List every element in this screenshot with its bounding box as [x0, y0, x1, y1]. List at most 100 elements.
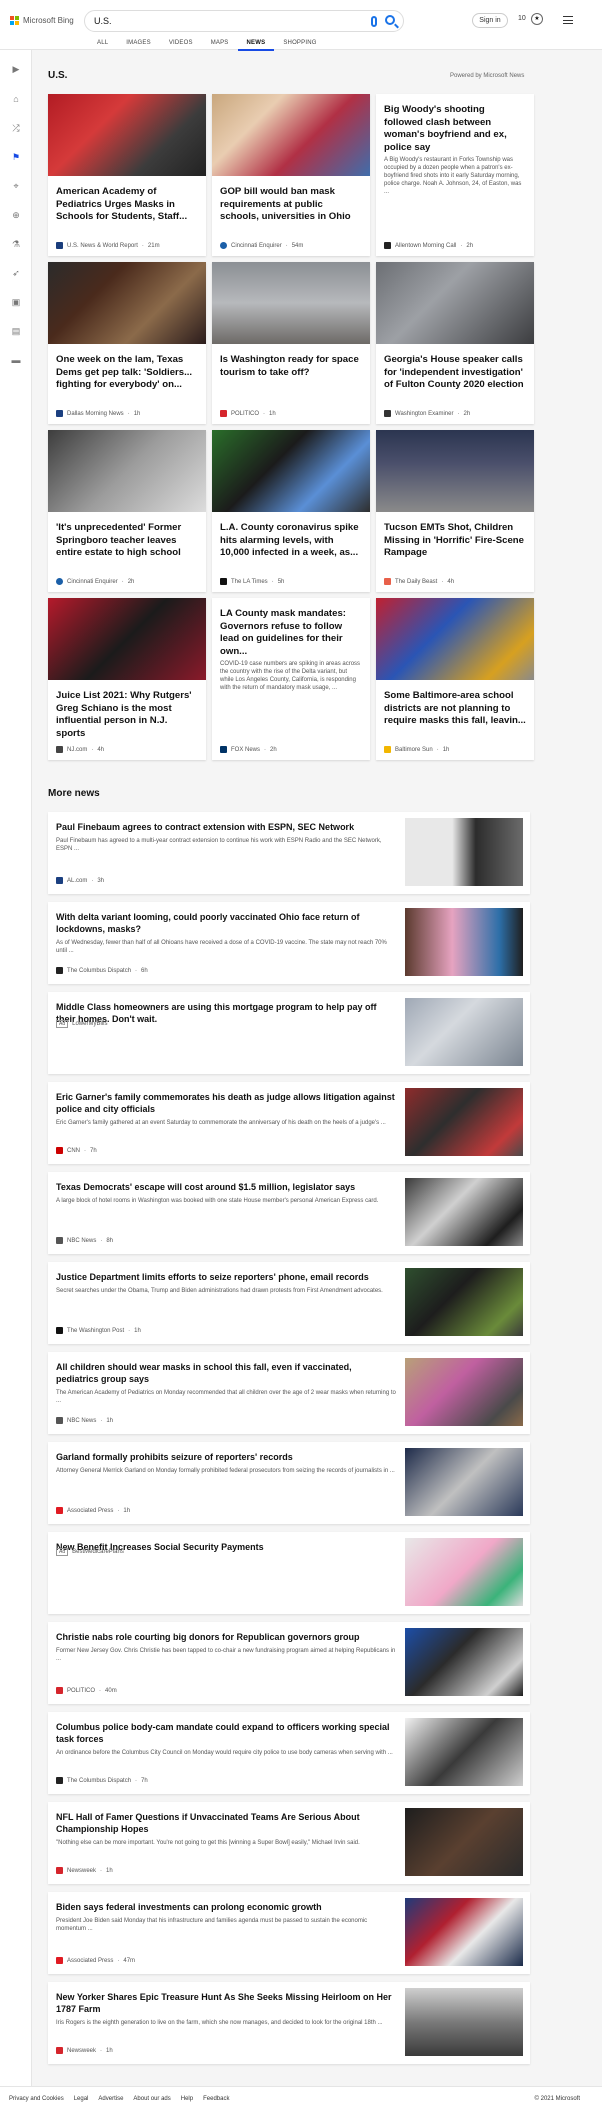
footer-link-legal[interactable]: Legal [74, 2096, 89, 2102]
news-row[interactable]: All children should wear masks in school… [48, 1352, 530, 1434]
news-row[interactable]: NFL Hall of Famer Questions if Unvaccina… [48, 1802, 530, 1884]
row-title[interactable]: Christie nabs role courting big donors f… [56, 1631, 396, 1643]
news-card[interactable]: Georgia's House speaker calls for 'indep… [376, 262, 534, 424]
row-thumbnail[interactable] [405, 1808, 523, 1876]
row-thumbnail[interactable] [405, 1178, 523, 1246]
row-thumbnail[interactable] [405, 1358, 523, 1426]
tab-images[interactable]: IMAGES [117, 40, 160, 51]
card-title[interactable]: Tucson EMTs Shot, Children Missing in 'H… [384, 522, 526, 560]
flag-icon[interactable]: ⚑ [11, 152, 21, 162]
news-card[interactable]: One week on the lam, Texas Dems get pep … [48, 262, 206, 424]
rocket-icon[interactable]: ➶ [11, 268, 21, 278]
row-source: NBC News · 1h [56, 1417, 113, 1424]
row-title[interactable]: With delta variant looming, could poorly… [56, 911, 396, 935]
news-card[interactable]: Some Baltimore-area school districts are… [376, 598, 534, 760]
ad-row[interactable]: Middle Class homeowners are using this m… [48, 992, 530, 1074]
news-row[interactable]: Eric Garner's family commemorates his de… [48, 1082, 530, 1164]
row-title[interactable]: Biden says federal investments can prolo… [56, 1901, 396, 1913]
row-title[interactable]: Columbus police body-cam mandate could e… [56, 1721, 396, 1745]
card-title[interactable]: One week on the lam, Texas Dems get pep … [56, 354, 198, 392]
science-icon[interactable]: ⚗ [11, 239, 21, 249]
card-title[interactable]: Juice List 2021: Why Rutgers' Greg Schia… [56, 690, 198, 740]
row-thumbnail[interactable] [405, 1628, 523, 1696]
row-title[interactable]: Texas Democrats' escape will cost around… [56, 1181, 396, 1193]
news-card[interactable]: 'It's unprecedented' Former Springboro t… [48, 430, 206, 592]
footer-link-advertise[interactable]: Advertise [98, 2096, 123, 2102]
tab-maps[interactable]: MAPS [202, 40, 238, 51]
location-pin-icon[interactable]: ⌖ [11, 181, 21, 191]
news-row[interactable]: Garland formally prohibits seizure of re… [48, 1442, 530, 1524]
row-thumbnail[interactable] [405, 818, 523, 886]
sign-in-button[interactable]: Sign in [472, 13, 508, 28]
news-row[interactable]: Justice Department limits efforts to sei… [48, 1262, 530, 1344]
footer-link-about-ads[interactable]: About our ads [133, 2096, 170, 2102]
rewards-count[interactable]: 10 [518, 15, 526, 22]
news-row[interactable]: Texas Democrats' escape will cost around… [48, 1172, 530, 1254]
card-title[interactable]: Some Baltimore-area school districts are… [384, 690, 526, 728]
card-title[interactable]: LA County mask mandates: Governors refus… [220, 608, 362, 658]
ad-row[interactable]: New Benefit Increases Social Security Pa… [48, 1532, 530, 1614]
expand-chevron-icon[interactable]: ▶ [11, 64, 21, 74]
news-card[interactable]: American Academy of Pediatrics Urges Mas… [48, 94, 206, 256]
row-thumbnail[interactable] [405, 1448, 523, 1516]
row-thumbnail[interactable] [405, 1718, 523, 1786]
row-thumbnail[interactable] [405, 1898, 523, 1966]
row-title[interactable]: Garland formally prohibits seizure of re… [56, 1451, 396, 1463]
news-card[interactable]: LA County mask mandates: Governors refus… [212, 598, 370, 760]
bing-logo[interactable]: Microsoft Bing [10, 16, 74, 25]
tab-shopping[interactable]: SHOPPING [274, 40, 325, 51]
menu-icon[interactable] [563, 16, 573, 24]
row-title[interactable]: Paul Finebaum agrees to contract extensi… [56, 821, 396, 833]
news-card[interactable]: Juice List 2021: Why Rutgers' Greg Schia… [48, 598, 206, 760]
tab-all[interactable]: ALL [88, 40, 117, 51]
row-title[interactable]: All children should wear masks in school… [56, 1361, 396, 1385]
news-row[interactable]: Columbus police body-cam mandate could e… [48, 1712, 530, 1794]
news-card[interactable]: Big Woody's shooting followed clash betw… [376, 94, 534, 256]
briefcase-icon[interactable]: ▤ [11, 326, 21, 336]
row-title[interactable]: New Yorker Shares Epic Treasure Hunt As … [56, 1991, 396, 2015]
card-title[interactable]: L.A. County coronavirus spike hits alarm… [220, 522, 362, 560]
news-card[interactable]: Tucson EMTs Shot, Children Missing in 'H… [376, 430, 534, 592]
card-title[interactable]: American Academy of Pediatrics Urges Mas… [56, 186, 198, 224]
news-row[interactable]: Paul Finebaum agrees to contract extensi… [48, 812, 530, 894]
news-row[interactable]: Biden says federal investments can prolo… [48, 1892, 530, 1974]
news-row[interactable]: With delta variant looming, could poorly… [48, 902, 530, 984]
row-thumbnail[interactable] [405, 998, 523, 1066]
row-title[interactable]: Justice Department limits efforts to sei… [56, 1271, 396, 1283]
search-box[interactable]: U.S. [84, 10, 404, 32]
row-title[interactable]: NFL Hall of Famer Questions if Unvaccina… [56, 1811, 396, 1835]
search-input[interactable]: U.S. [94, 16, 112, 26]
search-icon[interactable] [385, 15, 395, 25]
tab-news[interactable]: NEWS [237, 40, 275, 51]
news-card[interactable]: GOP bill would ban mask requirements at … [212, 94, 370, 256]
footer-link-feedback[interactable]: Feedback [203, 2096, 229, 2102]
news-row[interactable]: Christie nabs role courting big donors f… [48, 1622, 530, 1704]
news-row[interactable]: New Yorker Shares Epic Treasure Hunt As … [48, 1982, 530, 2064]
car-icon[interactable]: ▬ [11, 355, 21, 365]
card-title[interactable]: GOP bill would ban mask requirements at … [220, 186, 362, 224]
row-thumbnail[interactable] [405, 1088, 523, 1156]
news-card[interactable]: L.A. County coronavirus spike hits alarm… [212, 430, 370, 592]
row-thumbnail[interactable] [405, 1538, 523, 1606]
microphone-icon[interactable] [371, 16, 377, 27]
card-title[interactable]: Big Woody's shooting followed clash betw… [384, 104, 526, 154]
home-icon[interactable]: ⌂ [11, 94, 21, 104]
footer-link-help[interactable]: Help [181, 2096, 193, 2102]
source-logo-icon [56, 578, 63, 585]
rewards-medal-icon[interactable]: ★ [531, 13, 543, 25]
row-description: An ordinance before the Columbus City Co… [56, 1750, 393, 1756]
row-source: Ad BestMedicarePlans [56, 1548, 124, 1556]
tab-videos[interactable]: VIDEOS [160, 40, 202, 51]
row-title[interactable]: Eric Garner's family commemorates his de… [56, 1091, 396, 1115]
globe-icon[interactable]: ⊕ [11, 210, 21, 220]
card-title[interactable]: 'It's unprecedented' Former Springboro t… [56, 522, 198, 560]
row-thumbnail[interactable] [405, 1268, 523, 1336]
row-thumbnail[interactable] [405, 908, 523, 976]
footer-link-privacy[interactable]: Privacy and Cookies [9, 2096, 64, 2102]
row-thumbnail[interactable] [405, 1988, 523, 2056]
news-card[interactable]: Is Washington ready for space tourism to… [212, 262, 370, 424]
video-icon[interactable]: ▣ [11, 297, 21, 307]
shuffle-icon[interactable]: ⤮ [11, 123, 21, 133]
card-title[interactable]: Georgia's House speaker calls for 'indep… [384, 354, 526, 392]
card-title[interactable]: Is Washington ready for space tourism to… [220, 354, 362, 379]
